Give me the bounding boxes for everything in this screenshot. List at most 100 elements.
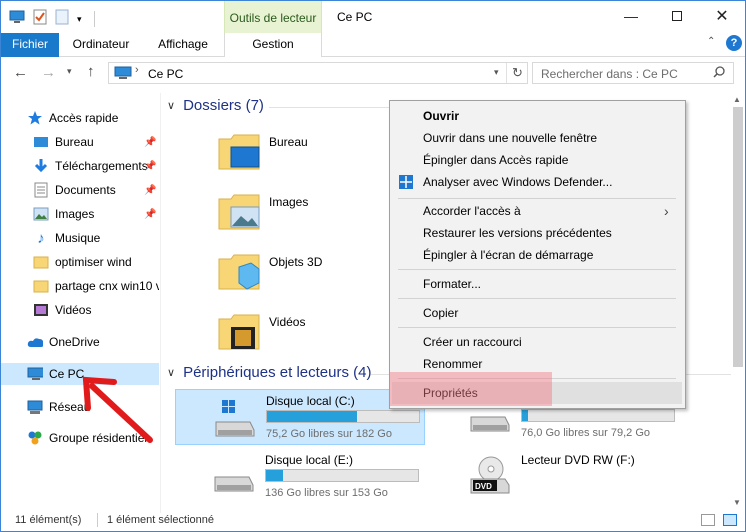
help-icon[interactable]: ? [726,35,742,51]
dvd-drive-icon: DVD [469,455,513,498]
menu-item-restaurer-versions[interactable]: Restaurer les versions précédentes [390,222,685,244]
back-arrow-icon[interactable]: ← [13,64,28,81]
menu-item-formater[interactable]: Formater... [390,273,685,295]
search-input[interactable]: Rechercher dans : Ce PC [532,62,734,84]
vertical-scrollbar[interactable]: ▲ ▼ [731,93,745,513]
nav-item-partage[interactable]: partage cnx win10 v [1,275,159,297]
maximize-button[interactable] [654,1,700,31]
window-title: Ce PC [337,10,373,24]
nav-item-videos[interactable]: Vidéos [1,299,159,321]
address-dropdown-icon[interactable]: ▾ [494,67,499,78]
folder-icon [33,278,49,294]
nav-label: Ce PC [49,367,85,381]
item-count: 11 élément(s) [15,514,82,526]
drive-e[interactable]: Disque local (E:) 136 Go libres sur 153 … [175,449,425,505]
tab-affichage[interactable]: Affichage [145,33,221,57]
group-header-folders[interactable]: ∨ Dossiers (7) [167,97,264,114]
star-icon [27,110,43,126]
folder-bureau[interactable]: Bureau [217,129,308,176]
details-view-icon[interactable] [701,514,715,526]
nav-this-pc[interactable]: Ce PC [1,363,159,385]
pictures-folder-icon [217,189,261,236]
folder-label: Images [269,195,309,209]
folder-images[interactable]: Images [217,189,308,236]
customize-qat-icon[interactable]: ▾ [77,14,82,25]
scrollbar-thumb[interactable] [733,107,743,367]
nav-item-optimiser-wind[interactable]: optimiser wind [1,251,159,273]
pin-icon[interactable]: 📌 [144,161,156,172]
dvd-label: DVD [475,482,492,491]
menu-item-copier[interactable]: Copier [390,302,685,324]
group-title: Périphériques et lecteurs (4) [183,364,372,381]
menu-item-creer-raccourci[interactable]: Créer un raccourci [390,331,685,353]
menu-separator [398,269,676,270]
nav-item-musique[interactable]: ♪ Musique [1,227,159,249]
menu-item-epingler-acces-rapide[interactable]: Épingler dans Accès rapide [390,149,685,171]
nav-homegroup[interactable]: Groupe résidentiel [1,427,159,449]
refresh-icon[interactable]: ↻ [506,63,528,83]
menu-item-ouvrir-nouvelle-fenetre[interactable]: Ouvrir dans une nouvelle fenêtre [390,127,685,149]
tab-gestion[interactable]: Gestion [224,33,322,57]
folder-videos[interactable]: Vidéos [217,309,305,356]
folder-objets-3d[interactable]: Objets 3D [217,249,322,296]
chevron-down-icon: ∨ [167,367,176,379]
scroll-down-icon[interactable]: ▼ [733,498,741,507]
hard-drive-icon [213,463,257,496]
menu-item-analyser-defender[interactable]: Analyser avec Windows Defender... [390,171,685,193]
computer-icon [27,366,43,382]
nav-item-documents[interactable]: Documents 📌 [1,179,159,201]
tab-ordinateur[interactable]: Ordinateur [65,33,137,57]
nav-label: partage cnx win10 v [55,279,159,293]
drive-c[interactable]: Disque local (C:) 75,2 Go libres sur 182… [175,389,425,445]
address-field[interactable]: › Ce PC ▾ ↻ [108,62,528,84]
collapse-ribbon-icon[interactable]: ⌃ [707,36,715,47]
drive-usage-bar [266,410,420,423]
tab-fichier[interactable]: Fichier [1,33,59,57]
qat-separator [93,10,95,27]
breadcrumb-ce-pc[interactable]: Ce PC [148,67,183,81]
properties-icon[interactable] [33,9,47,28]
menu-item-accorder-acces[interactable]: Accorder l'accès à › [390,200,685,222]
forward-arrow-icon[interactable]: → [41,64,56,81]
nav-item-bureau[interactable]: Bureau 📌 [1,131,159,153]
search-icon[interactable] [713,66,725,81]
nav-label: optimiser wind [55,255,132,269]
menu-item-epingler-demarrage[interactable]: Épingler à l'écran de démarrage [390,244,685,266]
nav-item-images[interactable]: Images 📌 [1,203,159,225]
drive-name: Disque local (E:) [265,453,354,467]
breadcrumb-separator-icon[interactable]: › [135,64,139,76]
drive-name: Disque local (C:) [266,394,355,408]
menu-separator [398,198,676,199]
nav-item-telechargements[interactable]: Téléchargements 📌 [1,155,159,177]
minimize-icon: — [624,8,638,24]
computer-icon[interactable] [9,10,25,27]
desktop-icon [33,134,49,150]
video-icon [33,302,49,318]
scroll-up-icon[interactable]: ▲ [733,95,741,104]
recent-locations-icon[interactable]: ▾ [67,66,72,77]
nav-quick-access[interactable]: Accès rapide [1,107,159,129]
close-button[interactable]: ✕ [699,1,745,31]
nav-label: Vidéos [55,303,92,317]
drive-usage-bar [521,409,675,422]
group-header-devices[interactable]: ∨ Périphériques et lecteurs (4) [167,364,372,381]
menu-item-ouvrir[interactable]: Ouvrir [390,105,685,127]
up-arrow-icon[interactable]: ↑ [87,63,95,80]
minimize-button[interactable]: — [608,1,654,31]
nav-network[interactable]: Réseau [1,396,159,418]
quick-access-toolbar: ▾ [9,9,95,28]
pin-icon[interactable]: 📌 [144,185,156,196]
new-folder-icon[interactable] [55,9,69,28]
drive-f-dvd[interactable]: DVD Lecteur DVD RW (F:) [431,449,681,505]
nav-onedrive[interactable]: OneDrive [1,331,159,353]
homegroup-icon [27,430,43,446]
windows-defender-icon [398,174,414,197]
navigation-pane: Accès rapide Bureau 📌 Téléchargements 📌 … [1,93,161,513]
pin-icon[interactable]: 📌 [144,137,156,148]
drive-free-space: 75,2 Go libres sur 182 Go [266,428,392,440]
desktop-folder-icon [217,129,261,176]
ribbon-tabs: Fichier Ordinateur Affichage Gestion ⌃ ? [1,33,745,57]
pin-icon[interactable]: 📌 [144,209,156,220]
drive-usage-fill [267,411,357,422]
large-icons-view-icon[interactable] [723,514,737,526]
